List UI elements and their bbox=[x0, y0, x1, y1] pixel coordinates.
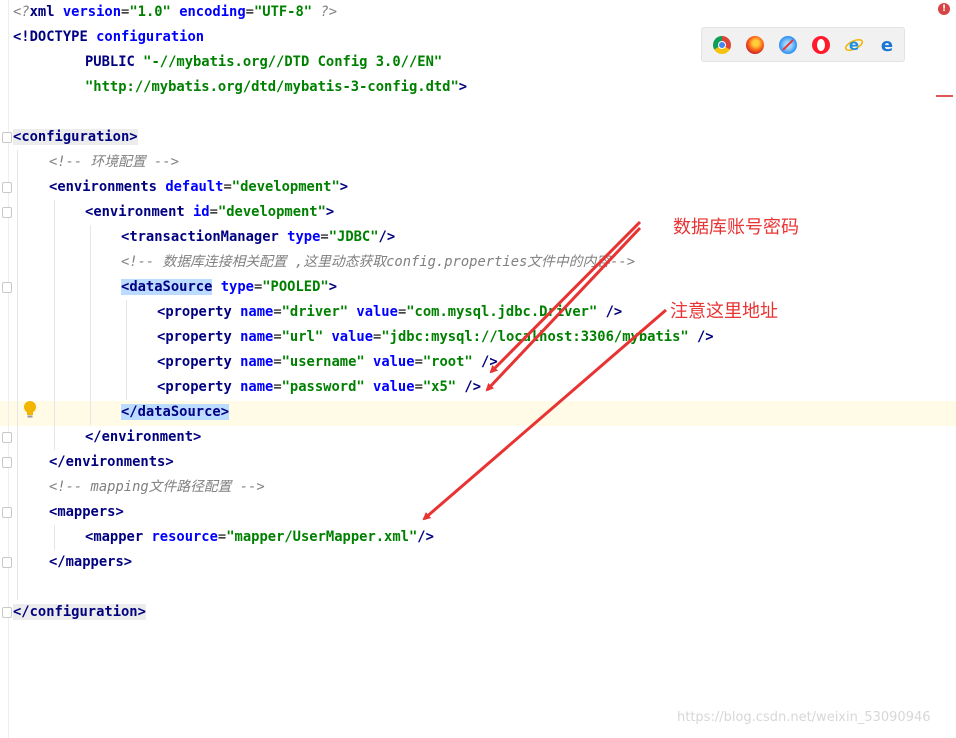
watermark: https://blog.csdn.net/weixin_53090946 bbox=[677, 710, 931, 725]
arrow-to-username bbox=[489, 220, 642, 374]
annotation-arrows bbox=[422, 220, 667, 521]
arrow-to-password bbox=[485, 226, 642, 392]
arrow-to-mapper bbox=[422, 308, 667, 521]
